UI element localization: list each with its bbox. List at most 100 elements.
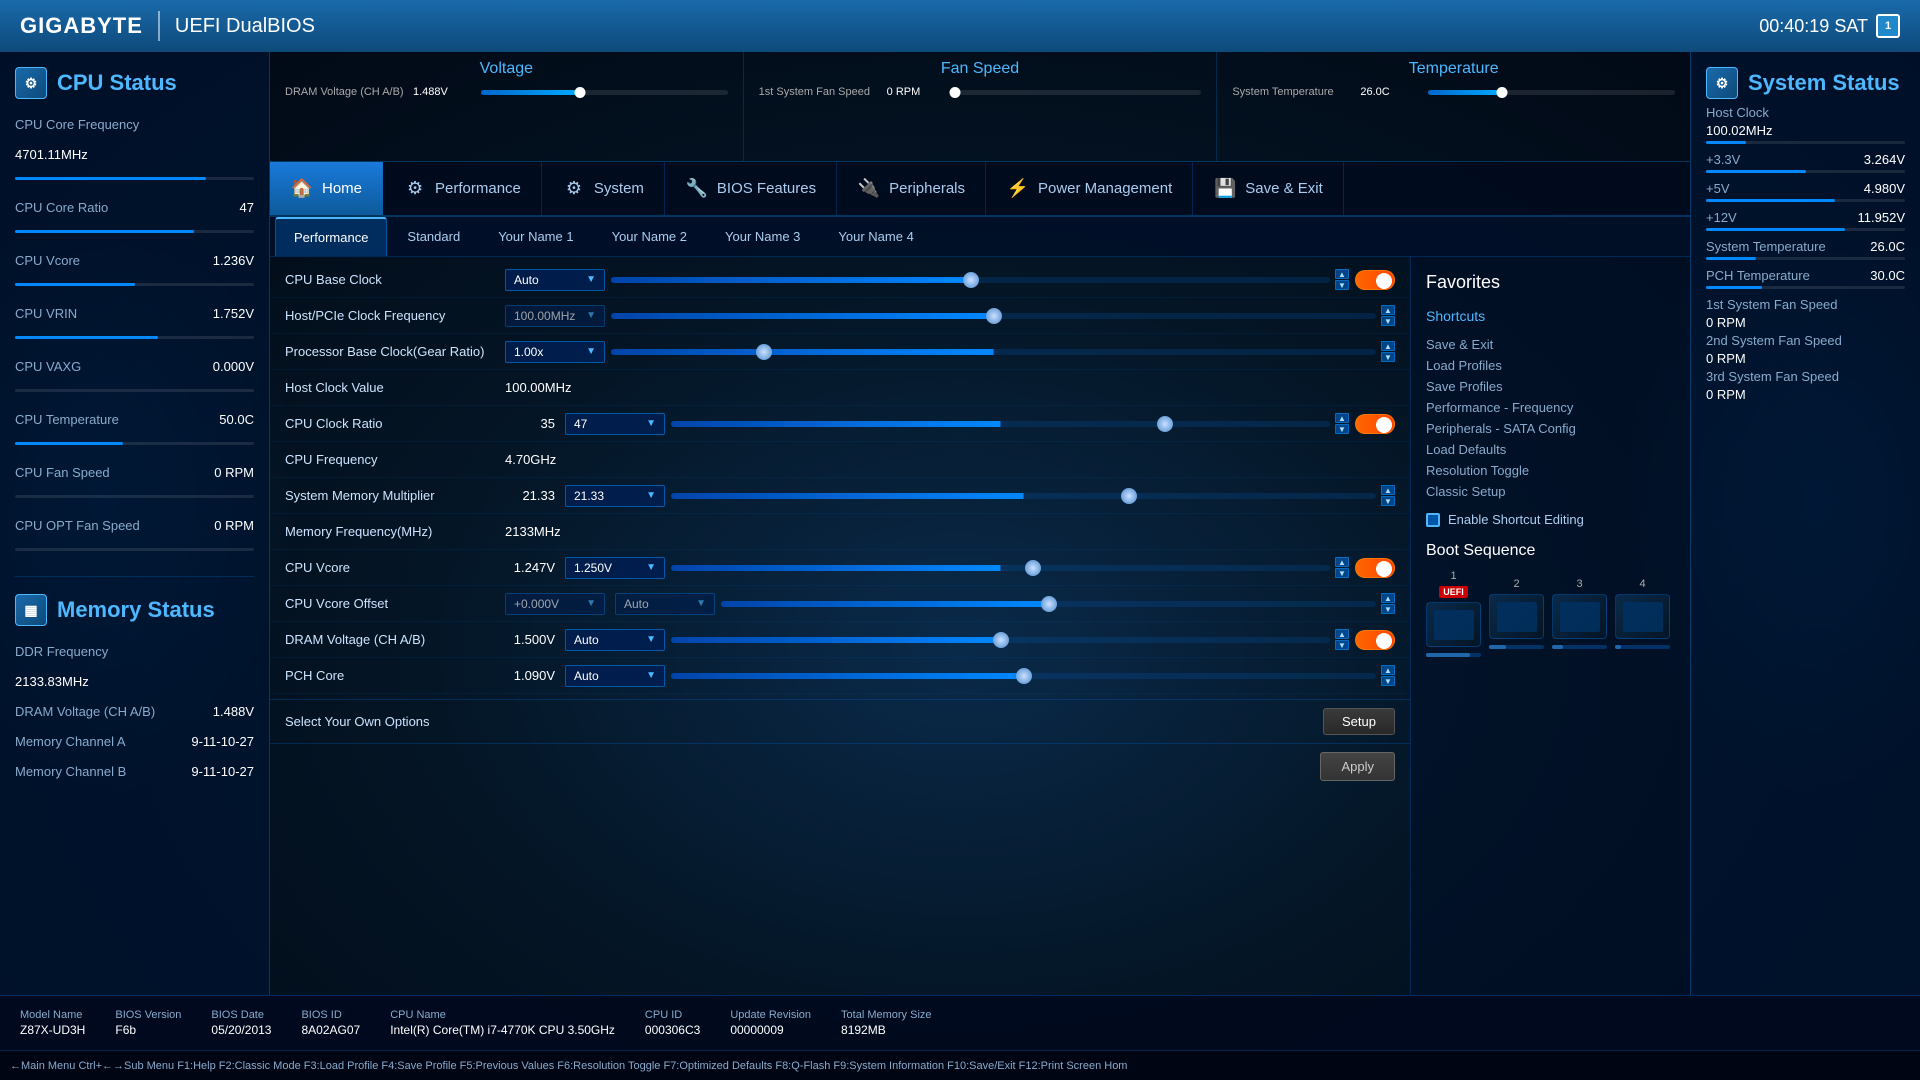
slider-thumb[interactable]	[993, 632, 1009, 648]
cpu-vcore-offset-dropdown[interactable]: +0.000V ▼	[505, 593, 605, 615]
slider-track[interactable]	[671, 565, 1330, 571]
pch-core-dropdown[interactable]: Auto ▼	[565, 665, 665, 687]
proc-base-val: 1.00x	[514, 345, 543, 359]
slider-track[interactable]	[671, 421, 1330, 427]
slider-down[interactable]: ▼	[1381, 316, 1395, 326]
toggle-button[interactable]	[1355, 270, 1395, 290]
sys-temp-fill	[1428, 90, 1502, 95]
slider-up[interactable]: ▲	[1335, 629, 1349, 639]
boot-icon-2[interactable]	[1489, 594, 1544, 639]
slider-down[interactable]: ▼	[1335, 640, 1349, 650]
slider-track[interactable]	[611, 313, 1376, 319]
cpu-vcore-dropdown[interactable]: 1.250V ▼	[565, 557, 665, 579]
tab-save-exit[interactable]: 💾 Save & Exit	[1193, 162, 1344, 215]
slider-down[interactable]: ▼	[1381, 676, 1395, 686]
slider-down[interactable]: ▼	[1381, 604, 1395, 614]
setup-button[interactable]: Setup	[1323, 708, 1395, 735]
slider-thumb[interactable]	[963, 272, 979, 288]
cpu-name-label: CPU Name	[390, 1009, 615, 1021]
boot-icon-1[interactable]	[1426, 602, 1481, 647]
slider-down[interactable]: ▼	[1381, 496, 1395, 506]
sub-tab-your-name-2[interactable]: Your Name 2	[594, 217, 705, 256]
toggle-button[interactable]	[1355, 630, 1395, 650]
tab-system[interactable]: ⚙ System	[542, 162, 665, 215]
sub-tab-your-name-2-label: Your Name 2	[612, 229, 687, 244]
slider-thumb[interactable]	[1016, 668, 1032, 684]
slider-down[interactable]: ▼	[1381, 352, 1395, 362]
tab-bios-features[interactable]: 🔧 BIOS Features	[665, 162, 837, 215]
sub-tab-performance[interactable]: Performance	[275, 217, 387, 256]
slider-track[interactable]	[671, 637, 1330, 643]
slider-track[interactable]	[671, 493, 1376, 499]
sub-tab-your-name-1[interactable]: Your Name 1	[480, 217, 591, 256]
slider-up[interactable]: ▲	[1335, 269, 1349, 279]
boot-num-1: 1	[1450, 570, 1456, 582]
apply-button[interactable]: Apply	[1320, 752, 1395, 781]
sub-tab-your-name-3[interactable]: Your Name 3	[707, 217, 818, 256]
slider-up[interactable]: ▲	[1381, 485, 1395, 495]
slider-down[interactable]: ▼	[1335, 568, 1349, 578]
slider-thumb[interactable]	[1041, 596, 1057, 612]
cpu-vcore-offset-auto[interactable]: Auto ▼	[615, 593, 715, 615]
slider-up[interactable]: ▲	[1381, 305, 1395, 315]
slider-up[interactable]: ▲	[1381, 341, 1395, 351]
tab-peripherals[interactable]: 🔌 Peripherals	[837, 162, 986, 215]
sys-mem-mult-num: 21.33	[505, 488, 565, 503]
boot-icon-3[interactable]	[1552, 594, 1607, 639]
sub-tab-standard[interactable]: Standard	[389, 217, 478, 256]
slider-thumb[interactable]	[1121, 488, 1137, 504]
boot-icon-4[interactable]	[1615, 594, 1670, 639]
sys-mem-mult-dropdown[interactable]: 21.33 ▼	[565, 485, 665, 507]
shortcut-classic-setup[interactable]: Classic Setup	[1426, 481, 1675, 502]
dram-voltage-dropdown[interactable]: Auto ▼	[565, 629, 665, 651]
shortcut-periph-sata[interactable]: Peripherals - SATA Config	[1426, 418, 1675, 439]
cpu-vcore-slider: ▲ ▼	[671, 557, 1349, 578]
cpu-core-freq-val-row: 4701.11MHz	[15, 147, 254, 162]
slider-up[interactable]: ▲	[1335, 557, 1349, 567]
fan2-sys-val: 0 RPM	[1706, 351, 1746, 366]
setting-sys-mem-mult: System Memory Multiplier 21.33 21.33 ▼ ▲…	[270, 478, 1410, 514]
shortcut-perf-freq[interactable]: Performance - Frequency	[1426, 397, 1675, 418]
shortcut-load-defaults[interactable]: Load Defaults	[1426, 439, 1675, 460]
tab-performance[interactable]: ⚙ Performance	[383, 162, 542, 215]
host-clock-sys-val-row: 100.02MHz	[1706, 123, 1905, 138]
slider-track[interactable]	[671, 673, 1376, 679]
slider-track[interactable]	[611, 349, 1376, 355]
slider-thumb[interactable]	[1157, 416, 1173, 432]
cpu-vcore-sidebar-val: 1.236V	[213, 253, 254, 268]
dram-volt-mem-val: 1.488V	[213, 704, 254, 719]
slider-thumb[interactable]	[756, 344, 772, 360]
shortcut-load-profiles[interactable]: Load Profiles	[1426, 355, 1675, 376]
memory-icon: ▦	[15, 594, 47, 626]
slider-track[interactable]	[721, 601, 1376, 607]
toggle-button[interactable]	[1355, 558, 1395, 578]
fan3-sys-val-row: 0 RPM	[1706, 387, 1905, 402]
cpu-clock-ratio-dropdown[interactable]: 47 ▼	[565, 413, 665, 435]
model-name-group: Model Name Z87X-UD3H	[20, 1009, 85, 1037]
shortcut-save-profiles[interactable]: Save Profiles	[1426, 376, 1675, 397]
sub-tabs: Performance Standard Your Name 1 Your Na…	[270, 217, 1690, 257]
slider-thumb[interactable]	[986, 308, 1002, 324]
cpu-base-clock-dropdown[interactable]: Auto ▼	[505, 269, 605, 291]
shortcut-res-toggle[interactable]: Resolution Toggle	[1426, 460, 1675, 481]
pch-temp-bar	[1706, 286, 1905, 289]
tab-power[interactable]: ⚡ Power Management	[986, 162, 1193, 215]
proc-base-dropdown[interactable]: 1.00x ▼	[505, 341, 605, 363]
host-pcie-dropdown[interactable]: 100.00MHz ▼	[505, 305, 605, 327]
slider-down[interactable]: ▼	[1335, 280, 1349, 290]
mem-ch-b-row: Memory Channel B 9-11-10-27	[15, 764, 254, 779]
update-revision-value: 00000009	[730, 1023, 811, 1037]
slider-thumb[interactable]	[1025, 560, 1041, 576]
slider-down[interactable]: ▼	[1335, 424, 1349, 434]
fan3-sys-val: 0 RPM	[1706, 387, 1746, 402]
shortcut-save-exit[interactable]: Save & Exit	[1426, 334, 1675, 355]
slider-up[interactable]: ▲	[1381, 593, 1395, 603]
toggle-button[interactable]	[1355, 414, 1395, 434]
enable-editing-checkbox[interactable]	[1426, 513, 1440, 527]
dropdown-arrow: ▼	[586, 346, 596, 357]
slider-up[interactable]: ▲	[1381, 665, 1395, 675]
sub-tab-your-name-4[interactable]: Your Name 4	[820, 217, 931, 256]
tab-home[interactable]: 🏠 Home	[270, 162, 383, 215]
slider-up[interactable]: ▲	[1335, 413, 1349, 423]
slider-track[interactable]	[611, 277, 1330, 283]
